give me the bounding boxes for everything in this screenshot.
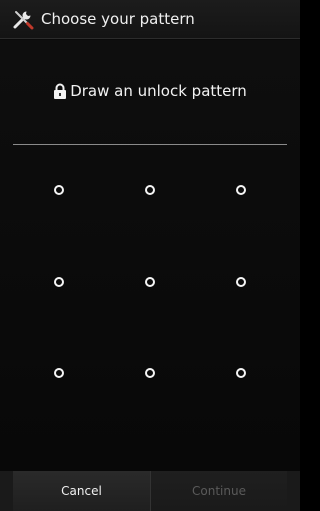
button-bar: Cancel Continue: [0, 471, 300, 511]
pattern-dot-8[interactable]: [145, 368, 155, 378]
pattern-dot-9[interactable]: [236, 368, 246, 378]
pattern-dot-1[interactable]: [54, 185, 64, 195]
pattern-dot-7[interactable]: [54, 368, 64, 378]
pattern-dot-4[interactable]: [54, 277, 64, 287]
continue-button[interactable]: Continue: [151, 471, 287, 511]
pattern-dot-6[interactable]: [236, 277, 246, 287]
cancel-button[interactable]: Cancel: [13, 471, 150, 511]
pattern-grid[interactable]: [0, 0, 300, 511]
pattern-dot-3[interactable]: [236, 185, 246, 195]
pattern-dot-2[interactable]: [145, 185, 155, 195]
pattern-dot-5[interactable]: [145, 277, 155, 287]
cancel-button-label: Cancel: [61, 484, 102, 498]
continue-button-label: Continue: [192, 484, 246, 498]
